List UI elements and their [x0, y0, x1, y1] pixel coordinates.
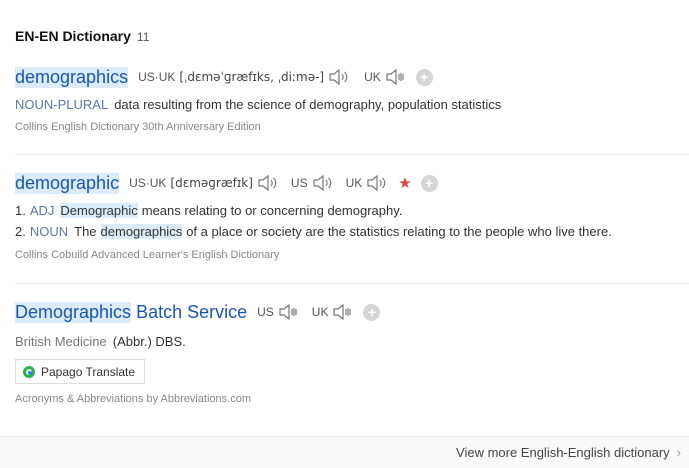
sense-1: 1. ADJ Demographic means relating to or …: [15, 203, 689, 218]
sense-text: means relating to or concerning demograp…: [141, 203, 403, 218]
part-of-speech: ADJ: [29, 203, 55, 218]
divider: [15, 154, 689, 155]
pron-label-uk: UK: [311, 305, 329, 319]
headword[interactable]: demographics: [15, 66, 129, 88]
sense-number: 1.: [15, 203, 26, 218]
add-wordbook-icon[interactable]: +: [415, 68, 433, 86]
speaker-icon[interactable]: [332, 303, 354, 321]
dictionary-header: EN-EN Dictionary 11: [15, 28, 149, 44]
pron-label-us-uk: US·UK: [138, 70, 176, 84]
add-wordbook-icon[interactable]: +: [420, 174, 438, 192]
speaker-icon[interactable]: [385, 68, 407, 86]
sense-prefix: The: [74, 224, 97, 239]
entry-demographics-batch-service: Demographics Batch Service US UK + Briti…: [15, 299, 689, 405]
pron-label-us: US: [257, 305, 274, 319]
chevron-right-icon: ›: [676, 445, 681, 460]
speaker-icon[interactable]: [366, 174, 388, 192]
sense-number: 2.: [15, 224, 26, 239]
entry-demographic: demographic US·UK [dɛməɡræfɪk] US UK ★ +…: [15, 170, 689, 261]
highlighted-term: demographics: [100, 224, 183, 239]
part-of-speech: NOUN: [29, 224, 69, 239]
dictionary-source: Acronyms & Abbreviations by Abbreviation…: [15, 393, 252, 405]
headword-rest[interactable]: Batch Service: [136, 302, 247, 323]
part-of-speech: NOUN-PLURAL: [15, 97, 109, 112]
sense-text: of a place or society are the statistics…: [186, 224, 612, 239]
speaker-icon[interactable]: [328, 68, 350, 86]
phonetic: [ˌdɛməˈɡræfɪks, ˌdiːmə-]: [179, 70, 325, 84]
dictionary-source: Collins Cobuild Advanced Learner's Engli…: [15, 249, 280, 261]
papago-translate-label: Papago Translate: [41, 364, 136, 379]
result-count: 11: [136, 30, 150, 44]
definition: (Abbr.) DBS.: [112, 334, 186, 349]
divider: [15, 283, 689, 284]
results-footer: View more English-English dictionary ›: [0, 436, 689, 468]
pron-label-us: US: [290, 176, 308, 190]
definition: data resulting from the science of demog…: [114, 97, 502, 112]
star-icon[interactable]: ★: [398, 174, 411, 192]
speaker-icon[interactable]: [278, 303, 300, 321]
add-wordbook-icon[interactable]: +: [363, 303, 381, 321]
highlighted-term: Demographic: [60, 203, 138, 218]
dictionary-title: EN-EN Dictionary: [15, 28, 131, 44]
category-label: British Medicine: [15, 334, 107, 349]
pron-label-uk: UK: [345, 176, 363, 190]
papago-translate-button[interactable]: Papago Translate: [15, 359, 146, 384]
speaker-icon[interactable]: [312, 174, 334, 192]
phonetic: [dɛməɡræfɪk]: [170, 176, 253, 190]
papago-icon: [23, 365, 35, 378]
view-more-label: View more English-English dictionary: [456, 445, 670, 460]
view-more-link[interactable]: View more English-English dictionary ›: [456, 445, 681, 460]
dictionary-source: Collins English Dictionary 30th Annivers…: [15, 121, 261, 133]
pron-label-uk: UK: [364, 70, 381, 84]
headword-highlight[interactable]: Demographics: [15, 301, 132, 323]
entry-demographics: demographics US·UK [ˌdɛməˈɡræfɪks, ˌdiːm…: [15, 64, 689, 133]
speaker-icon[interactable]: [257, 174, 279, 192]
pron-label-us-uk: US·UK: [129, 176, 167, 190]
headword[interactable]: demographic: [15, 172, 120, 194]
sense-2: 2. NOUN The demographics of a place or s…: [15, 224, 689, 239]
